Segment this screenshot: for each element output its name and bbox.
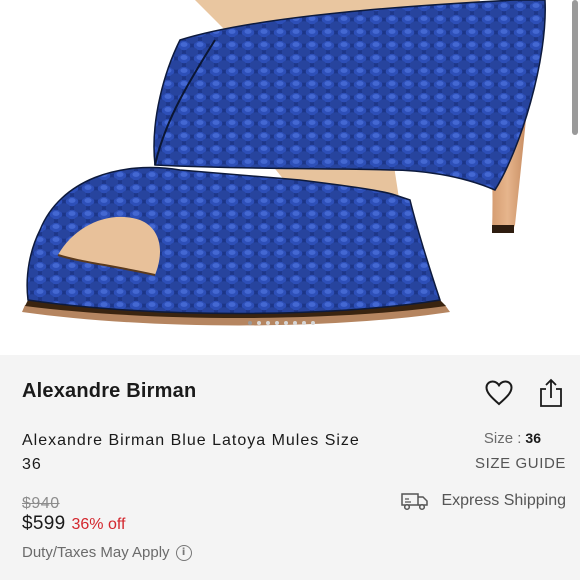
carousel-dot[interactable] <box>248 321 252 325</box>
product-actions <box>484 377 566 409</box>
truck-icon <box>401 493 429 511</box>
carousel-dot[interactable] <box>257 321 261 325</box>
share-icon <box>540 378 562 407</box>
carousel-dot[interactable] <box>275 321 279 325</box>
product-info-panel: Alexandre Birman Alexandre Birman Blue L… <box>0 355 580 580</box>
duty-text: Duty/Taxes May Apply <box>22 544 170 561</box>
brand-name[interactable]: Alexandre Birman <box>22 380 196 403</box>
carousel-dot[interactable] <box>311 321 315 325</box>
product-title: Alexandre Birman Blue Latoya Mules Size … <box>22 432 360 473</box>
carousel-dot[interactable] <box>302 321 306 325</box>
shipping-text: Express Shipping <box>441 492 566 509</box>
discount-badge: 36% off <box>71 516 126 533</box>
shipping-info: Express Shipping <box>401 491 566 511</box>
price-row: $599 36% off <box>22 513 125 535</box>
size-value: 36 <box>525 430 541 446</box>
carousel-dot[interactable] <box>266 321 270 325</box>
heart-icon <box>485 380 513 406</box>
duty-note[interactable]: Duty/Taxes May Apply i <box>22 544 192 561</box>
original-price: $940 <box>22 495 60 512</box>
size-info: Size :36 <box>484 430 541 447</box>
carousel-dot[interactable] <box>293 321 297 325</box>
shoe-image <box>22 0 546 326</box>
current-price: $599 <box>22 513 66 534</box>
like-button[interactable] <box>484 377 514 409</box>
info-icon[interactable]: i <box>175 544 192 561</box>
size-label: Size : <box>483 430 522 447</box>
carousel-dot[interactable] <box>284 321 288 325</box>
size-guide-link[interactable]: SIZE GUIDE <box>475 455 566 472</box>
carousel-dots[interactable] <box>248 320 315 326</box>
scrollbar[interactable] <box>572 0 578 135</box>
product-image[interactable] <box>0 0 580 355</box>
share-button[interactable] <box>536 377 566 409</box>
